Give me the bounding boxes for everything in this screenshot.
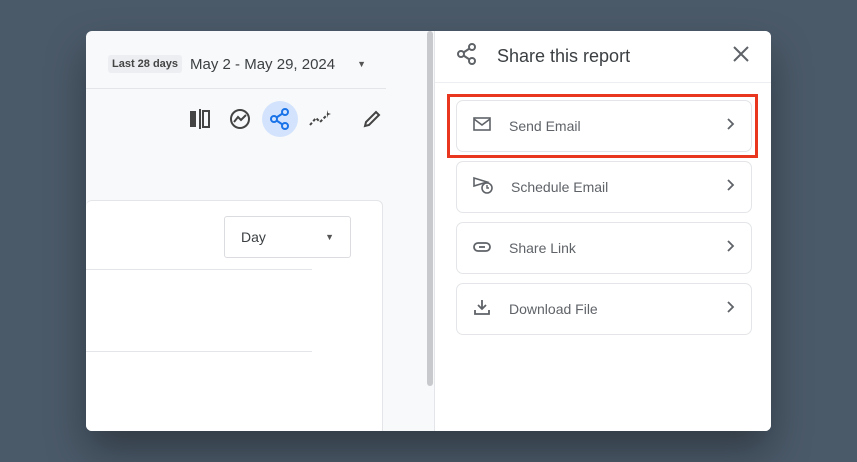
schedule-send-icon: [473, 176, 493, 199]
anomaly-icon[interactable]: [302, 101, 338, 137]
scrollbar[interactable]: [427, 31, 433, 386]
share-link-option[interactable]: Share Link: [456, 222, 752, 274]
close-icon[interactable]: [733, 46, 749, 67]
chevron-right-icon: [727, 300, 735, 318]
caret-down-icon[interactable]: ▼: [357, 59, 366, 69]
report-window: Last 28 days May 2 - May 29, 2024 ▼ Day ▼…: [86, 31, 771, 431]
date-range-picker[interactable]: Last 28 days May 2 - May 29, 2024 ▼: [108, 55, 366, 73]
option-label: Download File: [509, 301, 598, 317]
granularity-value: Day: [241, 229, 266, 245]
share-icon: [457, 43, 477, 70]
link-icon: [473, 239, 491, 257]
chevron-right-icon: [727, 239, 735, 257]
share-panel: Share this report Send Email Schedule Em…: [434, 31, 771, 431]
granularity-select[interactable]: Day ▼: [224, 216, 351, 258]
report-toolbar: [182, 101, 390, 137]
grid-line: [86, 351, 312, 352]
option-label: Schedule Email: [511, 179, 609, 195]
chevron-right-icon: [727, 178, 735, 196]
date-range: May 2 - May 29, 2024: [190, 55, 336, 73]
download-icon: [473, 299, 491, 320]
share-icon[interactable]: [262, 101, 298, 137]
caret-down-icon: ▼: [325, 232, 334, 242]
date-preset-chip: Last 28 days: [108, 55, 183, 73]
grid-line: [86, 269, 312, 270]
highlight-box: [447, 94, 758, 158]
chart-card: Day ▼: [86, 200, 383, 431]
schedule-email-option[interactable]: Schedule Email: [456, 161, 752, 213]
compare-icon[interactable]: [182, 101, 218, 137]
divider: [86, 88, 386, 89]
edit-icon[interactable]: [354, 101, 390, 137]
share-panel-title: Share this report: [497, 46, 631, 66]
download-file-option[interactable]: Download File: [456, 283, 752, 335]
share-panel-header: Share this report: [435, 31, 771, 83]
insights-icon[interactable]: [222, 101, 258, 137]
report-area: Last 28 days May 2 - May 29, 2024 ▼ Day ▼: [86, 31, 434, 431]
option-label: Share Link: [509, 240, 576, 256]
